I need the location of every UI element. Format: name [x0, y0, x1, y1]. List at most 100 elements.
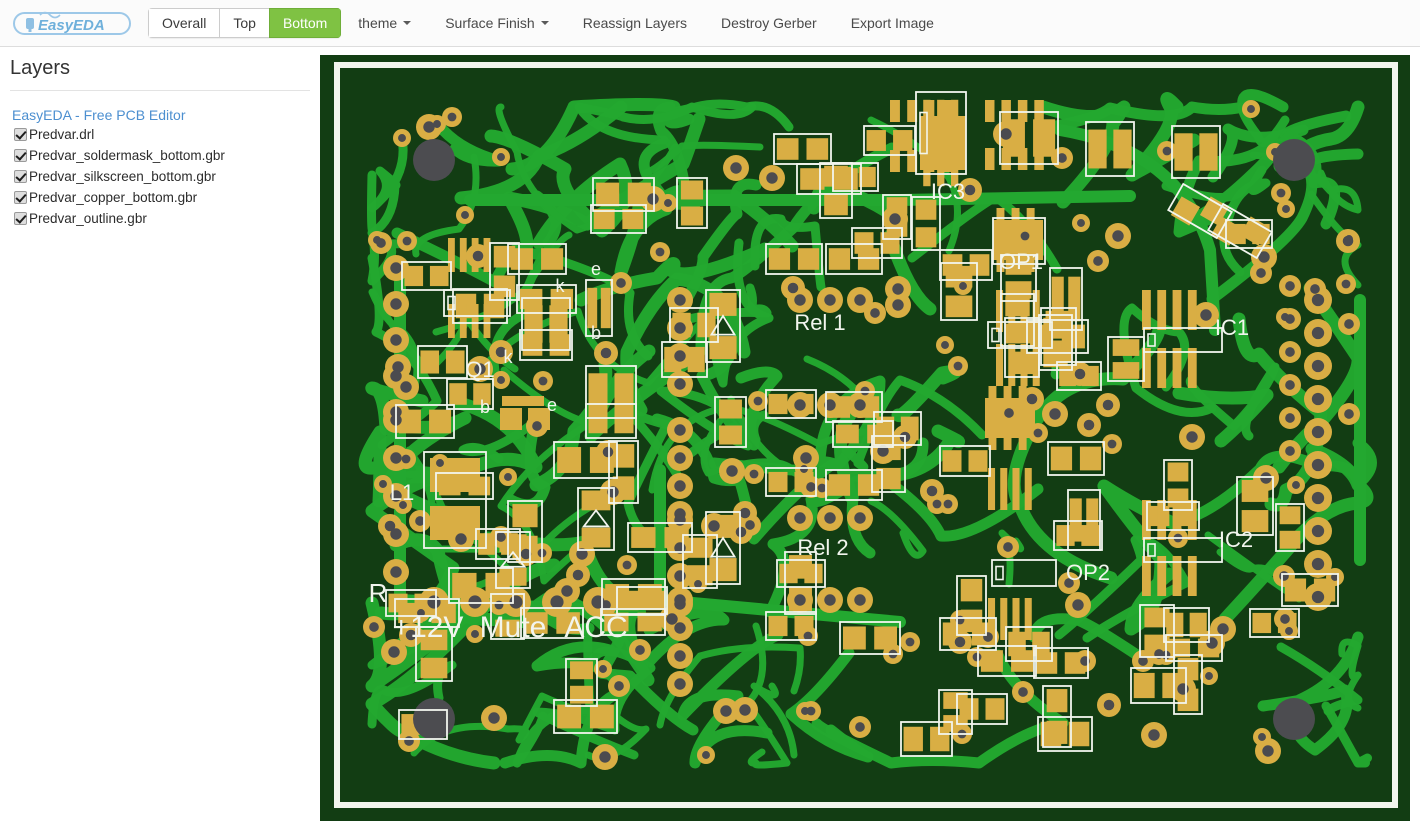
drill-hole — [1282, 205, 1290, 213]
drill-hole — [402, 236, 412, 246]
drill-hole — [892, 283, 904, 295]
copper-pad-smd — [445, 350, 465, 374]
copper-pad-smd — [1017, 100, 1028, 122]
layer-item-copper-bottom[interactable]: Predvar_copper_bottom.gbr — [10, 188, 310, 207]
copper-pad-smd — [893, 130, 913, 151]
drill-hole — [1162, 146, 1172, 156]
menu-theme-label: theme — [358, 15, 398, 31]
layer-checkbox-drl[interactable] — [14, 128, 27, 141]
drill-hole — [905, 637, 915, 647]
copper-pad-smd — [996, 344, 1004, 386]
drill-hole — [735, 526, 747, 538]
drill-hole — [1077, 219, 1085, 227]
drill-hole — [461, 211, 469, 219]
copper-pad-smd — [985, 100, 995, 122]
easyeda-logo[interactable]: EasyEDA — [0, 0, 144, 47]
layer-item-soldermask-bottom[interactable]: Predvar_soldermask_bottom.gbr — [10, 146, 310, 165]
drill-hole — [1177, 683, 1189, 695]
copper-pad-smd — [471, 304, 479, 338]
drill-hole — [1186, 431, 1198, 443]
copper-pad-smd — [502, 396, 544, 406]
menu-surface-finish[interactable]: Surface Finish — [428, 0, 565, 47]
svg-text:EasyEDA: EasyEDA — [38, 17, 105, 34]
drill-hole — [674, 594, 686, 606]
layer-checkbox-silkscreen-bottom[interactable] — [14, 170, 27, 183]
view-button-top[interactable]: Top — [219, 8, 269, 38]
layer-checkbox-soldermask-bottom[interactable] — [14, 149, 27, 162]
layer-item-silkscreen-bottom[interactable]: Predvar_silkscreen_bottom.gbr — [10, 167, 310, 186]
drill-hole — [964, 184, 976, 196]
layer-checkbox-outline[interactable] — [14, 212, 27, 225]
drill-hole — [854, 594, 866, 606]
drill-hole — [427, 595, 441, 609]
copper-pad-smd — [1024, 468, 1032, 510]
drill-hole — [1311, 425, 1325, 439]
menu-destroy-gerber[interactable]: Destroy Gerber — [704, 0, 834, 47]
easyeda-logo-icon: EasyEDA — [13, 11, 131, 35]
copper-pad-smd — [593, 208, 615, 230]
layer-checkbox-copper-bottom[interactable] — [14, 191, 27, 204]
copper-pad-smd — [843, 626, 866, 650]
copper-pad-smd — [854, 232, 874, 254]
copper-pad-smd — [828, 248, 851, 270]
layer-item-drl[interactable]: Predvar.drl — [10, 125, 310, 144]
drill-hole — [471, 630, 479, 638]
silkscreen-label: R — [369, 578, 388, 608]
copper-pad-smd — [429, 409, 452, 434]
drill-hole — [932, 499, 942, 509]
copper-pad-smd — [1284, 578, 1307, 602]
copper-pad-ic-body — [985, 398, 1035, 438]
drill-hole — [954, 636, 966, 648]
copper-pad-smd — [452, 572, 477, 599]
drill-hole — [1311, 491, 1325, 505]
copper-pad-smd — [945, 295, 973, 318]
menu-reassign-layers[interactable]: Reassign Layers — [566, 0, 704, 47]
drill-hole — [1311, 359, 1325, 373]
drill-hole — [708, 520, 720, 532]
gerber-canvas-viewport[interactable]: IC3 OP1 IC1 Rel 1 Rel 2 OP2 IC2 Q1 L1 Rk b e k e b +12V… — [320, 47, 1420, 821]
copper-pad-smd — [1279, 506, 1301, 525]
copper-pad-smd — [1112, 339, 1140, 356]
silkscreen-label: b — [480, 397, 490, 417]
layer-item-outline[interactable]: Predvar_outline.gbr — [10, 209, 310, 228]
drill-hole — [824, 512, 836, 524]
copper-pad-smd — [980, 650, 1003, 672]
drill-hole — [538, 376, 548, 386]
menu-theme[interactable]: theme — [341, 0, 428, 47]
copper-pad-smd — [942, 254, 963, 276]
easyeda-editor-link[interactable]: EasyEDA - Free PCB Editor — [12, 107, 310, 123]
copper-pad-smd — [1024, 598, 1032, 640]
drill-hole — [390, 370, 402, 382]
drill-hole — [468, 595, 482, 609]
drill-hole — [1311, 590, 1325, 604]
copper-pad-smd — [719, 425, 742, 445]
copper-pad-smd — [588, 408, 608, 434]
mounting-hole — [1273, 698, 1315, 740]
drill-hole — [892, 299, 904, 311]
drill-hole — [1310, 284, 1320, 294]
view-button-overall[interactable]: Overall — [148, 8, 220, 38]
drill-hole — [666, 613, 678, 625]
drill-hole — [674, 480, 686, 492]
drill-hole — [1279, 571, 1289, 581]
silkscreen-label: Rel 1 — [794, 310, 845, 335]
layers-sidebar: Layers EasyEDA - Free PCB Editor Predvar… — [0, 47, 320, 821]
view-button-bottom[interactable]: Bottom — [268, 8, 342, 38]
copper-pad-smd — [776, 138, 799, 160]
copper-pad-smd — [890, 150, 900, 172]
drill-hole — [730, 162, 742, 174]
drill-hole — [787, 282, 799, 294]
menu-export-image[interactable]: Export Image — [834, 0, 951, 47]
drill-hole — [602, 446, 614, 458]
drill-hole — [455, 533, 467, 545]
copper-pad-smd — [719, 399, 742, 419]
layer-label-drl: Predvar.drl — [29, 127, 95, 142]
pcb-render[interactable]: IC3 OP1 IC1 Rel 1 Rel 2 OP2 IC2 Q1 L1 Rk b e k e b +12V… — [320, 47, 1420, 821]
copper-pad-smd — [1008, 344, 1016, 386]
drill-hole — [1285, 413, 1295, 423]
drill-hole — [433, 120, 441, 128]
drill-hole — [436, 459, 444, 467]
copper-pad-smd — [1033, 119, 1056, 157]
drill-hole — [806, 706, 816, 716]
drill-hole — [1285, 347, 1295, 357]
